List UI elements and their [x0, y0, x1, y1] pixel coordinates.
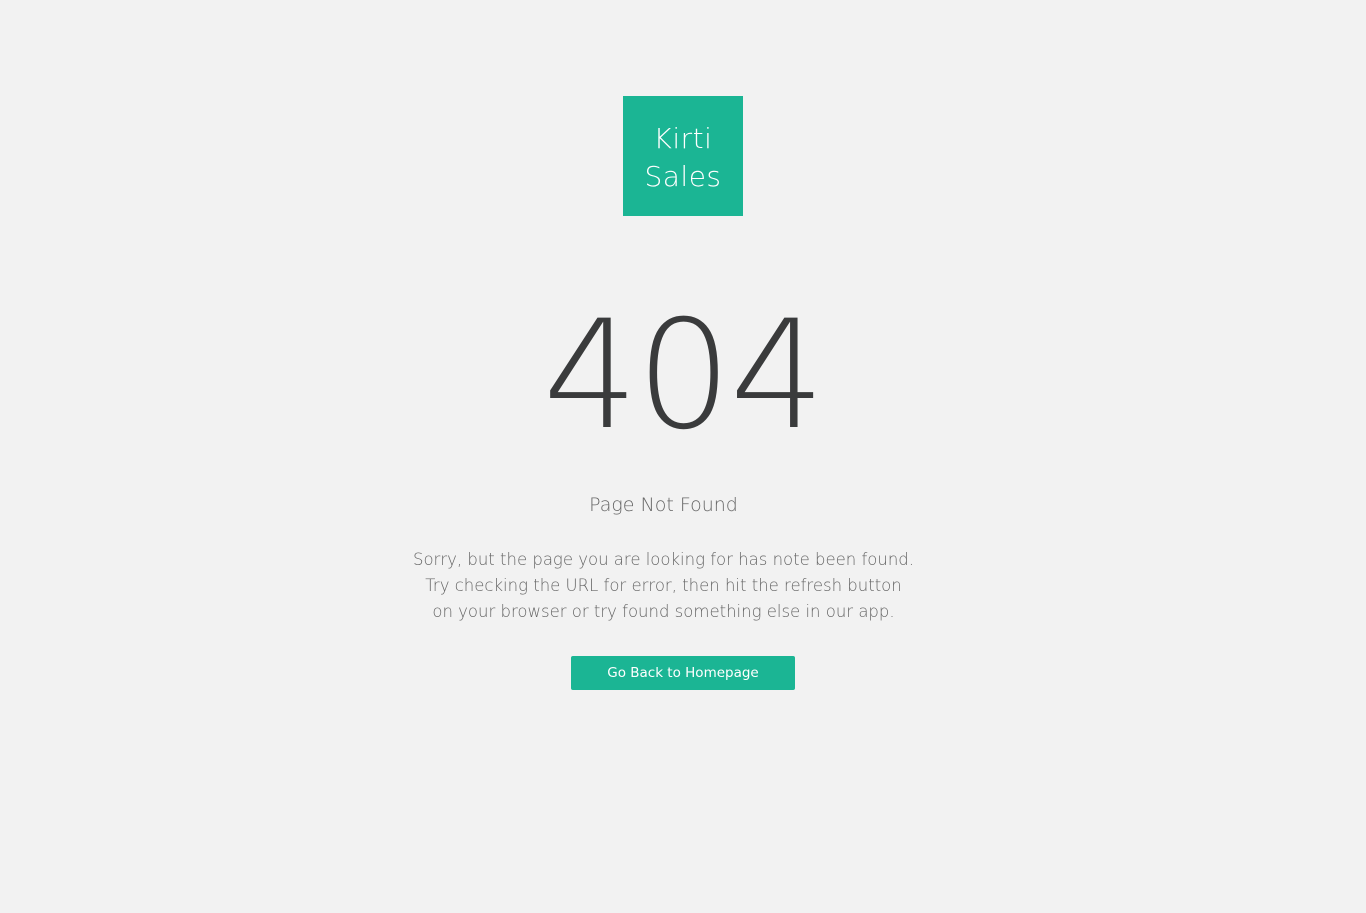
error-code: 404 — [542, 289, 825, 463]
brand-logo: Kirti Sales — [623, 96, 743, 216]
error-message-line: Sorry, but the page you are looking for … — [412, 550, 915, 569]
error-message-line: on your browser or try found something e… — [432, 602, 895, 621]
error-message: Sorry, but the page you are looking for … — [0, 547, 1327, 625]
brand-logo-line2: Sales — [644, 160, 722, 193]
error-title: Page Not Found — [589, 494, 738, 516]
brand-logo-line1: Kirti — [653, 122, 713, 155]
go-back-home-button[interactable]: Go Back to Homepage — [571, 656, 795, 690]
error-message-line: Try checking the URL for error, then hit… — [425, 576, 902, 595]
